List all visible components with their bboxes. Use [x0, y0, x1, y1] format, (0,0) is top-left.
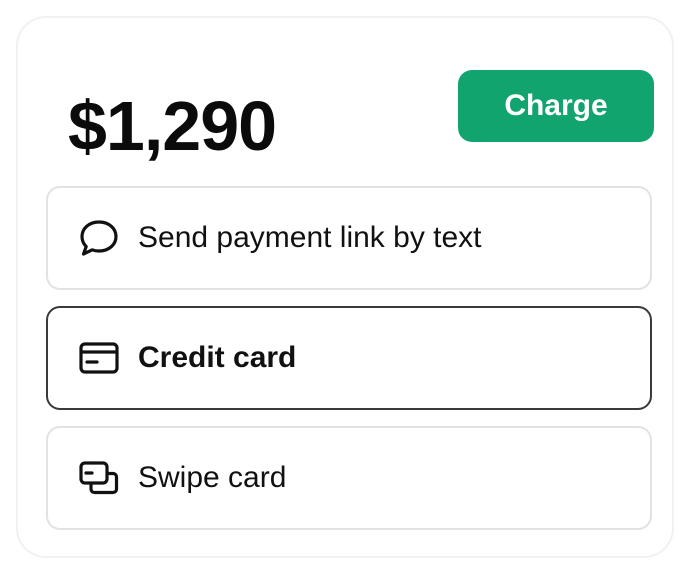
payment-option-swipe-card[interactable]: Swipe card — [46, 426, 652, 530]
payment-option-label: Swipe card — [138, 461, 287, 494]
chat-bubble-icon — [78, 217, 120, 259]
payment-amount: $1,290 — [68, 87, 277, 165]
payment-option-credit-card[interactable]: Credit card — [46, 306, 652, 410]
charge-button[interactable]: Charge — [458, 70, 654, 142]
swipe-cards-icon — [78, 457, 120, 499]
payment-option-label: Credit card — [138, 341, 297, 374]
credit-card-icon — [78, 337, 120, 379]
payment-card: $1,290 Charge Send payment link by text … — [16, 16, 674, 558]
payment-option-label: Send payment link by text — [138, 221, 482, 254]
payment-option-text-link[interactable]: Send payment link by text — [46, 186, 652, 290]
